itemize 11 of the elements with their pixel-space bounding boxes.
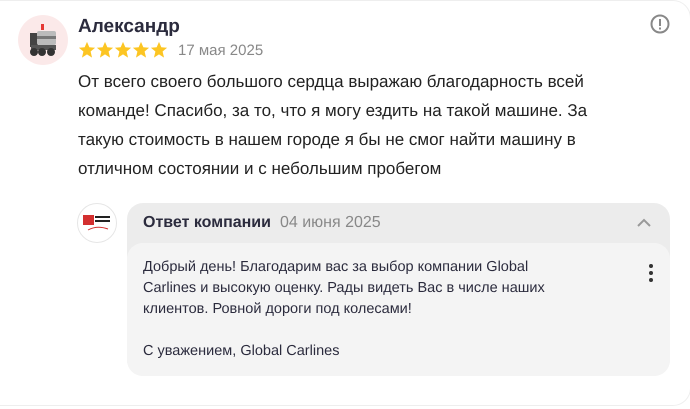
reply-text: Добрый день! Благодарим вас за выбор компании Global Carlines и высокую оценку. Рады видеть Вас в числе наших клиентов. Ровной дороги под колесами! [143,258,546,319]
reply-date: 04 июня 2025 [280,214,382,232]
reply-title: Ответ компании [143,214,271,232]
reply-text: С уважением, Global Carlines [143,342,340,361]
robot-icon [28,23,58,57]
more-icon[interactable] [648,263,654,283]
collapse-icon[interactable] [636,218,652,228]
report-icon[interactable] [650,14,670,34]
review-text: От всего своего большого сердца выражаю благодарность всей команде! Спасибо, за то, что я могу ездить на такой машине. За такую стоимость в нашем городе я бы не смог найти машину в отличном состоянии и с небольшим пробегом [78,71,588,180]
author-name: Александр [78,15,180,39]
review-date: 17 мая 2025 [178,42,264,58]
